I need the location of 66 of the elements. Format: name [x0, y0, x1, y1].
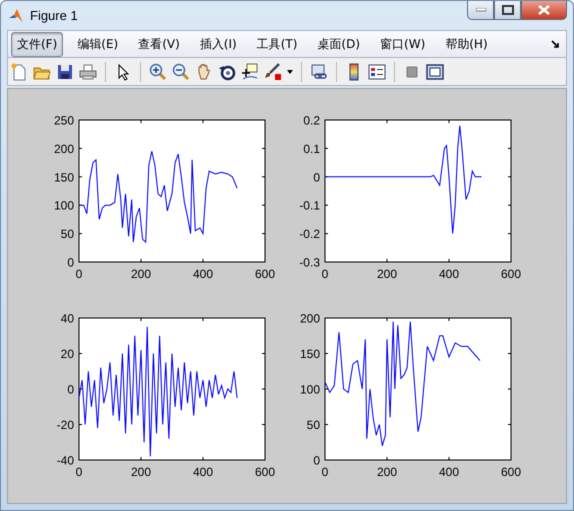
brush-icon[interactable] [264, 62, 282, 80]
tick-label: 400 [192, 267, 214, 281]
tick-label: 40 [60, 312, 74, 326]
tick-label: 50 [60, 227, 74, 242]
tick-label: 0 [67, 382, 74, 396]
data-cursor-icon[interactable] [241, 62, 259, 80]
tick-label: 100 [54, 198, 74, 213]
tick-label: 200 [130, 465, 152, 479]
tick-label: -20 [56, 418, 74, 432]
tick-label: 0.1 [303, 142, 320, 156]
menu-item[interactable]: 工具(T) [250, 32, 304, 56]
tick-label: 200 [376, 465, 398, 479]
tick-label: 600 [500, 267, 522, 281]
tick-label: 0 [76, 465, 82, 479]
tick-label: 200 [300, 312, 320, 326]
close-button[interactable] [521, 1, 567, 20]
tick-label: 150 [300, 347, 320, 361]
link-icon[interactable] [310, 62, 328, 80]
printer-icon[interactable] [79, 62, 97, 80]
menu-item[interactable]: 文件(F) [11, 32, 64, 56]
minimize-button[interactable] [467, 1, 494, 20]
tick-label: 400 [438, 465, 460, 479]
maximize-icon [502, 5, 514, 15]
menu-item[interactable]: 插入(I) [194, 32, 243, 56]
tick-label: 20 [60, 347, 74, 361]
tick-label: 250 [54, 114, 74, 128]
tick-label: 600 [500, 465, 522, 479]
tick-label: 0.2 [303, 114, 320, 128]
tick-label: 0 [313, 454, 320, 468]
zoom-in-icon[interactable] [149, 62, 167, 80]
tick-label: 600 [254, 465, 276, 479]
close-icon [538, 5, 550, 15]
legend-icon[interactable] [368, 62, 386, 80]
new-file-icon[interactable] [10, 62, 28, 80]
tick-label: 0 [322, 267, 328, 281]
tick-label: 400 [192, 465, 214, 479]
menu-item[interactable]: 查看(V) [132, 32, 186, 56]
tick-label: 200 [54, 142, 74, 156]
zoom-out-icon[interactable] [172, 62, 190, 80]
tick-label: 0 [313, 170, 320, 184]
maximize-button[interactable] [494, 1, 521, 20]
tick-label: -0.2 [299, 227, 320, 242]
tick-label: -40 [56, 454, 74, 468]
tick-label: 150 [54, 170, 74, 184]
minimize-icon [476, 8, 486, 12]
tick-label: 200 [130, 267, 152, 281]
tick-label: 0 [67, 256, 74, 270]
tick-label: 600 [254, 267, 276, 281]
menu-item[interactable]: 桌面(D) [311, 32, 366, 56]
tick-label: 0 [76, 267, 82, 281]
tick-label: 50 [306, 418, 320, 432]
dock-arrow-icon[interactable] [551, 40, 560, 48]
app-logo-icon [8, 8, 24, 24]
tick-label: 0 [322, 465, 328, 479]
save-icon[interactable] [56, 62, 74, 80]
window-frame-icon[interactable] [426, 62, 444, 80]
caret-icon[interactable] [287, 70, 293, 74]
menu-item[interactable]: 帮助(H) [439, 32, 494, 56]
tick-label: 200 [376, 267, 398, 281]
tick-label: 400 [438, 267, 460, 281]
menu-item[interactable]: 窗口(W) [374, 32, 432, 56]
menu-item[interactable]: 编辑(E) [71, 32, 124, 56]
tick-label: -0.3 [299, 256, 320, 270]
window-title: Figure 1 [30, 8, 78, 23]
tick-label: 100 [300, 382, 320, 396]
tick-label: -0.1 [299, 198, 320, 213]
